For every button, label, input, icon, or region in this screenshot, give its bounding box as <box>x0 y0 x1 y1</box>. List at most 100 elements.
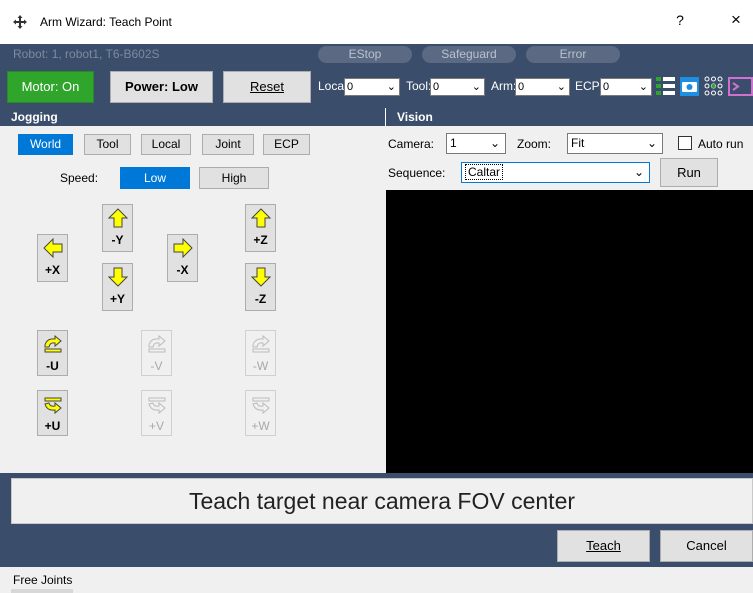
safeguard-indicator: Safeguard <box>422 46 516 63</box>
camera-select[interactable]: 1 ⌄ <box>446 133 506 154</box>
jog-pos-x-label: +X <box>44 263 60 277</box>
jog-pos-u-label: +U <box>44 419 61 433</box>
jog-neg-w-label: -W <box>252 359 269 373</box>
speed-low-button[interactable]: Low <box>120 167 190 189</box>
arrow-up-icon <box>251 208 271 228</box>
title-bar: Arm Wizard: Teach Point ? × <box>0 0 753 44</box>
close-button[interactable]: × <box>724 10 748 30</box>
tool-label: Tool: <box>406 79 432 93</box>
jog-pos-u-button[interactable]: +U <box>37 390 68 436</box>
jog-pos-w-button[interactable]: +W <box>245 390 276 436</box>
camera-value: 1 <box>450 136 457 150</box>
auto-run-label: Auto run <box>698 137 744 151</box>
ecp-select[interactable]: 0 ⌄ <box>600 78 652 96</box>
rotate-cw-icon <box>44 397 62 415</box>
rotate-ccw-icon <box>252 335 270 353</box>
footer: Free Joints <box>0 567 753 593</box>
jog-neg-x-button[interactable]: -X <box>167 234 198 282</box>
arrow-right-icon <box>173 238 193 258</box>
jog-neg-y-button[interactable]: -Y <box>102 204 133 252</box>
tool-select[interactable]: 0 ⌄ <box>430 78 485 96</box>
jog-pos-z-label: +Z <box>253 233 268 247</box>
jog-neg-y-label: -Y <box>111 233 124 247</box>
jog-neg-v-label: -V <box>150 359 163 373</box>
power-button[interactable]: Power: Low <box>110 71 213 103</box>
rotate-cw-icon <box>252 397 270 415</box>
chevron-down-icon: ⌄ <box>633 165 644 179</box>
mode-world[interactable]: World <box>18 134 73 155</box>
jog-pos-y-button[interactable]: +Y <box>102 263 133 311</box>
move-arrows-icon <box>13 15 27 29</box>
run-button[interactable]: Run <box>660 158 718 187</box>
jog-pos-w-label: +W <box>251 419 270 433</box>
local-select[interactable]: 0 ⌄ <box>344 78 400 96</box>
mode-joint[interactable]: Joint <box>202 134 254 155</box>
ecp-label: ECP: <box>575 79 604 93</box>
help-button[interactable]: ? <box>672 12 688 28</box>
jog-neg-x-label: -X <box>176 263 189 277</box>
jog-neg-w-button[interactable]: -W <box>245 330 276 376</box>
mode-local[interactable]: Local <box>141 134 191 155</box>
arrow-left-icon <box>43 238 63 258</box>
console-icon[interactable] <box>728 75 753 97</box>
jog-neg-u-button[interactable]: -U <box>37 330 68 376</box>
arm-label: Arm: <box>491 79 517 93</box>
motor-button[interactable]: Motor: On <box>7 71 94 103</box>
sequence-value: Caltar <box>465 164 504 180</box>
arm-wizard-window: Arm Wizard: Teach Point ? × Robot: 1, ro… <box>0 0 753 593</box>
estop-indicator: EStop <box>318 46 412 63</box>
free-joints-tab[interactable] <box>11 589 73 593</box>
mode-tool[interactable]: Tool <box>84 134 131 155</box>
speed-high-button[interactable]: High <box>199 167 269 189</box>
camera-icon[interactable] <box>680 75 699 97</box>
chevron-down-icon: ⌄ <box>489 136 500 150</box>
arm-value: 0 <box>518 81 525 93</box>
camera-view <box>386 190 753 473</box>
speed-label: Speed: <box>60 171 99 185</box>
rotate-cw-icon <box>148 397 166 415</box>
jog-neg-z-button[interactable]: -Z <box>245 263 276 311</box>
status-bar: Robot: 1, robot1, T6-B602S EStop Safegua… <box>0 44 753 65</box>
jog-pos-v-button[interactable]: +V <box>141 390 172 436</box>
chevron-down-icon: ⌄ <box>638 81 648 93</box>
mode-ecp[interactable]: ECP <box>263 134 310 155</box>
rotate-ccw-icon <box>148 335 166 353</box>
window-title: Arm Wizard: Teach Point <box>40 15 172 29</box>
chevron-down-icon: ⌄ <box>471 81 481 93</box>
arrow-down-icon <box>108 267 128 287</box>
robot-info: Robot: 1, robot1, T6-B602S <box>13 47 160 61</box>
io-monitor-icon[interactable] <box>656 75 675 97</box>
arrow-up-icon <box>108 208 128 228</box>
sequence-select[interactable]: Caltar ⌄ <box>461 162 650 183</box>
jogging-header: Jogging <box>0 108 385 126</box>
error-indicator: Error <box>526 46 620 63</box>
chevron-down-icon: ⌄ <box>556 81 566 93</box>
instruction-message: Teach target near camera FOV center <box>11 478 753 524</box>
toolbar: Motor: On Power: Low Reset Local: 0 ⌄ To… <box>0 65 753 108</box>
chevron-down-icon: ⌄ <box>386 81 396 93</box>
auto-run-checkbox[interactable] <box>678 136 692 150</box>
jog-pos-z-button[interactable]: +Z <box>245 204 276 252</box>
zoom-select[interactable]: Fit ⌄ <box>567 133 663 154</box>
arrow-down-icon <box>251 267 271 287</box>
cancel-button[interactable]: Cancel <box>660 530 753 562</box>
reset-button[interactable]: Reset <box>223 71 311 103</box>
teach-button[interactable]: Teach <box>557 530 650 562</box>
sequence-label: Sequence: <box>388 166 446 180</box>
chevron-down-icon: ⌄ <box>646 136 657 150</box>
zoom-value: Fit <box>571 136 585 150</box>
vision-header: Vision <box>385 108 753 126</box>
jog-neg-z-label: -Z <box>254 292 267 306</box>
tool-value: 0 <box>433 81 440 93</box>
jog-neg-v-button[interactable]: -V <box>141 330 172 376</box>
free-joints-label: Free Joints <box>13 573 73 587</box>
local-value: 0 <box>347 81 354 93</box>
ecp-value: 0 <box>603 81 610 93</box>
camera-label: Camera: <box>388 137 435 151</box>
jog-pos-v-label: +V <box>148 419 164 433</box>
jog-pos-x-button[interactable]: +X <box>37 234 68 282</box>
arm-select[interactable]: 0 ⌄ <box>515 78 570 96</box>
jog-neg-u-label: -U <box>46 359 59 373</box>
dot-grid-icon[interactable] <box>704 75 723 97</box>
rotate-ccw-icon <box>44 335 62 353</box>
